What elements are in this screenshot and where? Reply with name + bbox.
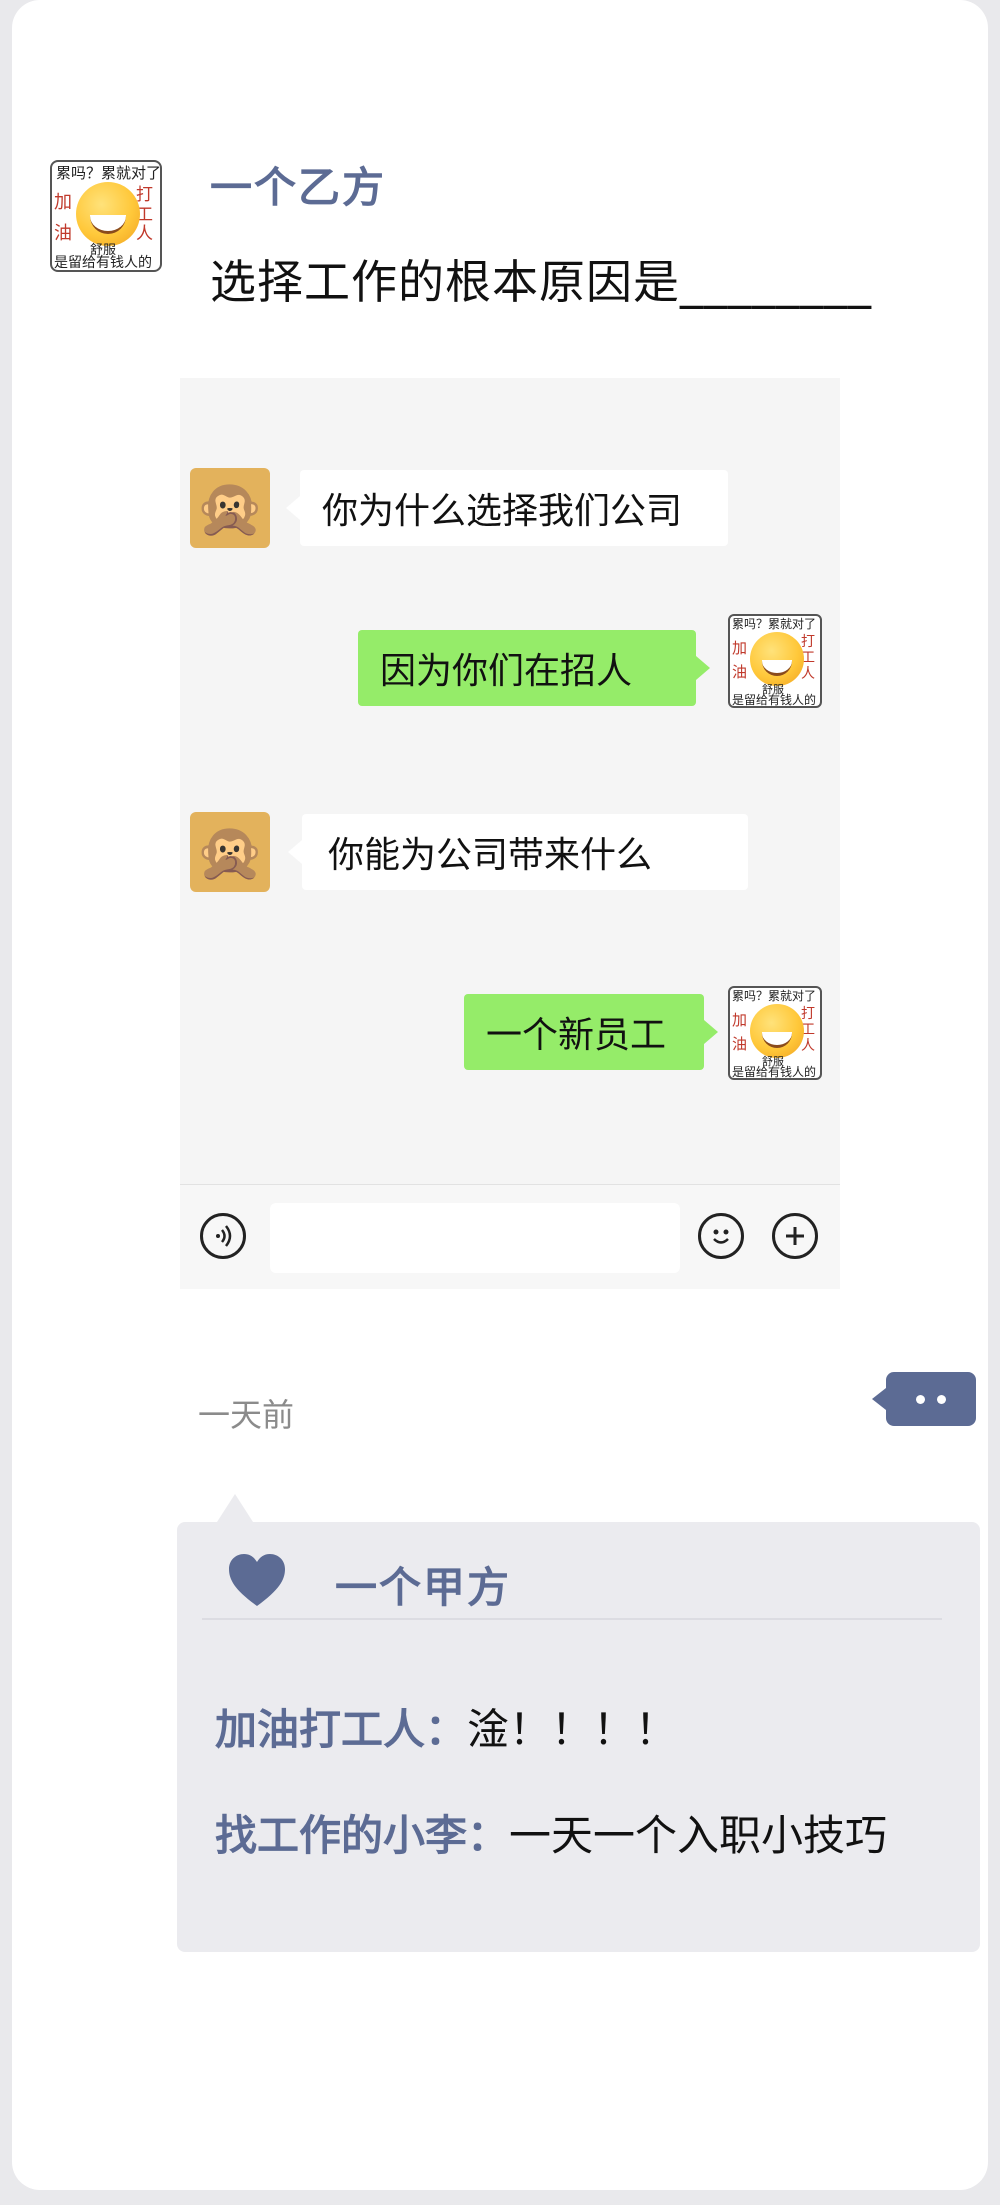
grin-face-icon — [750, 632, 804, 686]
sticker-bottom-text: 是留给有钱人的 — [732, 693, 817, 707]
comment-item[interactable]: 找工作的小李：一天一个入职小技巧 — [215, 1802, 887, 1863]
sticker-left-text: 加油 — [732, 639, 748, 681]
like-user-name[interactable]: 一个甲方 — [335, 1554, 511, 1615]
chat-bubble-sent: 因为你们在招人 — [358, 630, 710, 706]
post-timestamp: 一天前 — [198, 1396, 295, 1434]
post-image-chat-screenshot[interactable]: 🙊 你为什么选择我们公司 因为你们在招人 累吗？累就对了 加油 打工人 舒服 是… — [180, 378, 840, 1289]
comment-text: 一天一个入职小技巧 — [509, 1811, 888, 1860]
author-name[interactable]: 一个乙方 — [210, 154, 386, 215]
grin-face-icon — [76, 182, 140, 246]
more-dot-icon — [937, 1394, 946, 1404]
grin-face-icon — [750, 1004, 804, 1058]
monkey-avatar-icon: 🙊 — [190, 812, 270, 892]
sticker-avatar: 累吗？累就对了 加油 打工人 舒服 是留给有钱人的 — [728, 614, 822, 708]
comment-item[interactable]: 加油打工人：淦！！！！ — [215, 1696, 677, 1757]
chat-bubble-received: 你能为公司带来什么 — [288, 814, 748, 890]
comment-author[interactable]: 加油打工人： — [215, 1705, 467, 1754]
chat-bubble-received: 你为什么选择我们公司 — [286, 470, 728, 546]
author-avatar[interactable]: 累吗？累就对了 加油 打工人 舒服 是留给有钱人的 — [50, 160, 162, 272]
sticker-left-text: 加油 — [54, 192, 72, 244]
sticker-top-text: 累吗？累就对了 — [732, 989, 817, 1003]
more-actions-button[interactable] — [872, 1372, 976, 1426]
sticker-bottom-text: 是留给有钱人的 — [732, 1065, 817, 1079]
likes-comments-panel: 一个甲方 加油打工人：淦！！！！ 找工作的小李：一天一个入职小技巧 — [177, 1494, 980, 1952]
chat-bubble-sent: 一个新员工 — [464, 994, 718, 1070]
sticker-bottom-text: 是留给有钱人的 — [54, 255, 152, 271]
emoji-icon[interactable] — [698, 1213, 744, 1259]
sticker-avatar: 累吗？累就对了 加油 打工人 舒服 是留给有钱人的 — [728, 986, 822, 1080]
sticker-top-text: 累吗？累就对了 — [56, 164, 162, 182]
chat-text-input[interactable] — [270, 1203, 680, 1273]
comment-text: 淦！！！！ — [467, 1705, 678, 1754]
moment-card: 累吗？累就对了 加油 打工人 舒服 是留给有钱人的 一个乙方 选择工作的根本原因… — [12, 0, 988, 2190]
sticker-left-text: 加油 — [732, 1011, 748, 1053]
monkey-avatar-icon: 🙊 — [190, 468, 270, 548]
heart-icon — [229, 1554, 285, 1606]
plus-icon[interactable] — [772, 1213, 818, 1259]
voice-icon[interactable] — [200, 1213, 246, 1259]
comment-author[interactable]: 找工作的小李： — [215, 1811, 509, 1860]
sticker-top-text: 累吗？累就对了 — [732, 617, 817, 631]
post-text: 选择工作的根本原因是________ — [210, 255, 872, 309]
more-dot-icon — [916, 1394, 925, 1404]
chat-input-bar — [180, 1184, 840, 1289]
divider — [202, 1618, 942, 1620]
